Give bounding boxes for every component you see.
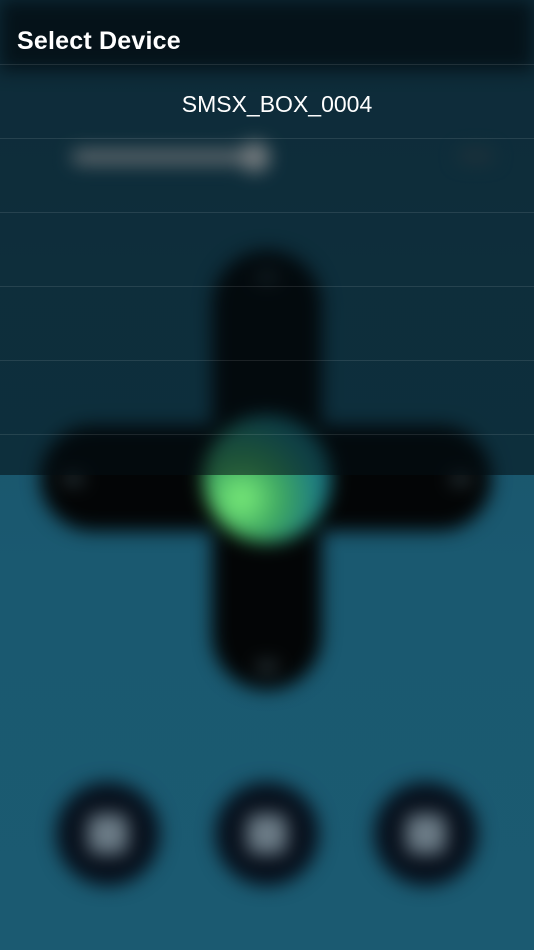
chevron-left-icon[interactable] [62,474,84,484]
device-picker-overlay: Select Device SMSX_BOX_0004 [0,0,534,475]
home-button[interactable] [374,782,478,886]
keyboard-icon [247,814,287,854]
device-row[interactable] [0,361,534,435]
device-name: SMSX_BOX_0004 [181,91,373,117]
home-icon [406,814,446,854]
device-row[interactable] [0,287,534,361]
keyboard-button[interactable] [215,782,319,886]
device-row[interactable]: SMSX_BOX_0004 [0,65,534,139]
device-picker-header: Select Device [0,0,534,65]
device-picker-title: Select Device [17,27,181,55]
chevron-right-icon[interactable] [450,474,472,484]
chevron-down-icon[interactable] [256,662,278,672]
device-row[interactable] [0,139,534,213]
phone-button[interactable] [56,782,160,886]
device-row[interactable] [0,213,534,287]
phone-icon [88,814,128,854]
